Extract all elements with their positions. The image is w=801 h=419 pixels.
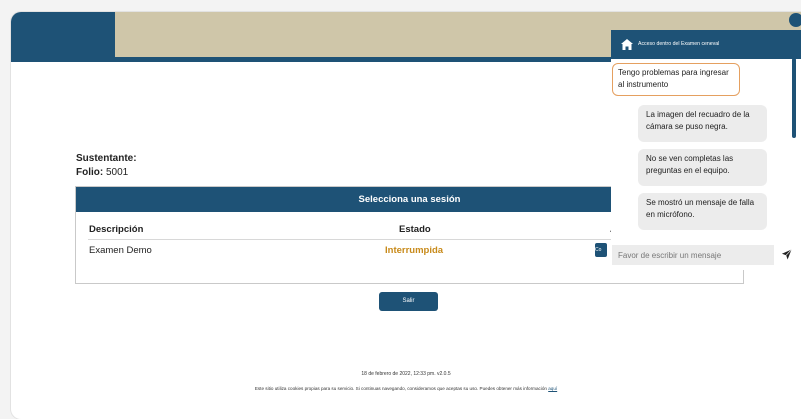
session-status: Interrumpida [385, 245, 444, 256]
chat-option-questions[interactable]: No se ven completas las preguntas en el … [638, 149, 767, 186]
sustentante-label: Sustentante: [76, 153, 137, 164]
chat-header: Acceso dentro del Examen ceneval [611, 30, 801, 59]
send-icon[interactable] [781, 249, 792, 260]
footer-date: 18 de febrero de 2022, 12:33 pm. v2.0.5 [361, 371, 451, 377]
cookie-notice: Este sitio utiliza cookies propias para … [11, 386, 801, 391]
col-header-descripcion: Descripción [89, 224, 144, 235]
folio-line: Folio: 5001 [76, 167, 128, 178]
chat-header-title: Acceso dentro del Examen ceneval [638, 41, 720, 47]
folio-value: 5001 [106, 167, 129, 178]
cookie-more-info-link[interactable]: aquí [548, 386, 557, 391]
chat-message-input[interactable] [612, 245, 774, 265]
col-header-estado: Estado [399, 224, 431, 235]
chat-option-camera[interactable]: La imagen del recuadro de la cámara se p… [638, 105, 767, 142]
chat-selected-option: Tengo problemas para ingresar al instrum… [612, 63, 740, 96]
header-logo-block [11, 12, 115, 57]
session-descripcion: Examen Demo [89, 245, 152, 256]
chat-toggle-button[interactable] [789, 13, 801, 27]
salir-button[interactable]: Salir [379, 292, 438, 311]
home-icon [621, 39, 633, 50]
folio-label: Folio: [76, 167, 104, 178]
cookie-text: Este sitio utiliza cookies propias para … [254, 386, 547, 391]
chat-scrollbar[interactable] [792, 58, 796, 138]
chat-option-microphone[interactable]: Se mostró un mensaje de falla en micrófo… [638, 193, 767, 230]
continue-button[interactable]: Co [595, 243, 607, 257]
